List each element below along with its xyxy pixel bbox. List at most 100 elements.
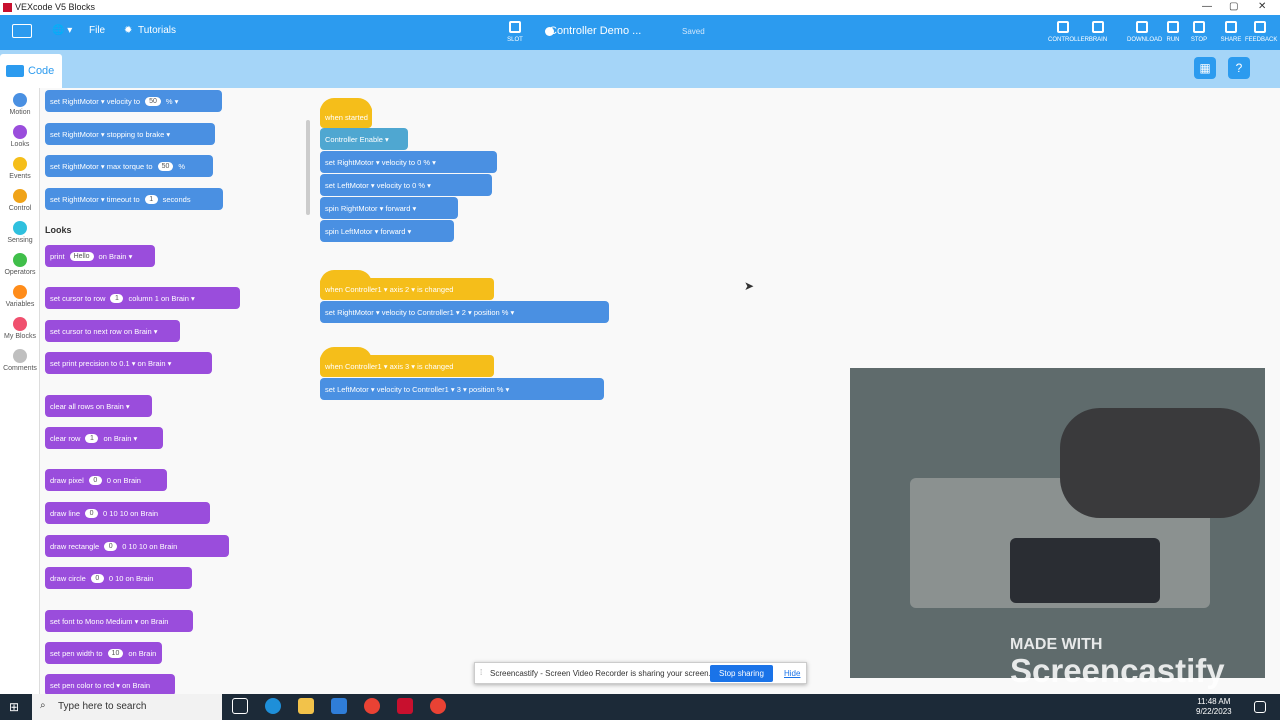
- category-sensing[interactable]: Sensing: [0, 221, 40, 244]
- palette-block[interactable]: set font to Mono Medium ▾ on Brain: [45, 610, 193, 632]
- when-axis-changed-block[interactable]: when Controller1 ▾ axis 3 ▾ is changed: [320, 355, 494, 377]
- palette-block[interactable]: set RightMotor ▾ stopping to brake ▾: [45, 123, 215, 145]
- chrome-icon[interactable]: [364, 698, 380, 714]
- category-dot-icon: [13, 285, 27, 299]
- when-axis-changed-block[interactable]: when Controller1 ▾ axis 2 ▾ is changed: [320, 278, 494, 300]
- hide-link[interactable]: Hide: [784, 669, 800, 678]
- set-velocity-block[interactable]: set RightMotor ▾ velocity to Controller1…: [320, 301, 609, 323]
- code-icon: [6, 65, 24, 77]
- block-value-input[interactable]: 1: [110, 293, 124, 303]
- help-button[interactable]: ?: [1228, 57, 1250, 79]
- screen-share-bar: ⁞ Screencastify - Screen Video Recorder …: [474, 662, 807, 684]
- block-value-input[interactable]: 0: [88, 475, 102, 485]
- category-motion[interactable]: Motion: [0, 93, 40, 116]
- block-value-input[interactable]: 1: [85, 433, 99, 443]
- task-view-icon[interactable]: [232, 698, 248, 714]
- windows-start-icon[interactable]: ⊞: [9, 701, 21, 713]
- category-dot-icon: [13, 125, 27, 139]
- block-value-input[interactable]: 0: [85, 508, 99, 518]
- notifications-icon[interactable]: [1254, 701, 1266, 713]
- palette-block[interactable]: draw rectangle 0 0 10 10 on Brain: [45, 535, 229, 557]
- search-icon: ⌕: [40, 700, 46, 711]
- tab-bar: [0, 50, 1280, 88]
- controller-button[interactable]: CONTROLLER: [1048, 21, 1089, 43]
- block-value-input[interactable]: 50: [157, 161, 174, 171]
- category-control[interactable]: Control: [0, 189, 40, 212]
- when-started-block[interactable]: when started: [320, 106, 372, 128]
- controller-enable-block[interactable]: Controller Enable ▾: [320, 128, 408, 150]
- vex-logo-icon[interactable]: [12, 24, 32, 38]
- stop-icon: [1193, 21, 1205, 33]
- tutorials-menu[interactable]: Tutorials: [138, 25, 176, 36]
- spin-motor-block[interactable]: spin LeftMotor ▾ forward ▾: [320, 220, 454, 242]
- palette-block[interactable]: draw circle 0 0 10 on Brain: [45, 567, 192, 589]
- block-value-input[interactable]: Hello: [69, 251, 94, 261]
- taskbar-clock[interactable]: 11:48 AM 9/22/2023: [1196, 697, 1232, 717]
- palette-scrollbar[interactable]: [306, 120, 310, 215]
- palette-section-looks: Looks: [45, 225, 72, 235]
- category-comments[interactable]: Comments: [0, 349, 40, 372]
- block-value-input[interactable]: 50: [145, 96, 161, 106]
- palette-block[interactable]: clear all rows on Brain ▾: [45, 395, 152, 417]
- brain-icon: [1092, 21, 1104, 33]
- chrome-icon[interactable]: [430, 698, 446, 714]
- block-value-input[interactable]: 0: [90, 573, 104, 583]
- globe-icon[interactable]: 🌐 ▾: [52, 25, 72, 36]
- minimize-icon[interactable]: —: [1202, 1, 1212, 12]
- tab-code[interactable]: Code: [0, 54, 62, 88]
- edge-icon[interactable]: [265, 698, 281, 714]
- stop-button[interactable]: STOP: [1184, 21, 1214, 43]
- app-logo-icon: [3, 3, 12, 12]
- palette-block[interactable]: set RightMotor ▾ max torque to 50%: [45, 155, 213, 177]
- palette-block[interactable]: set cursor to next row on Brain ▾: [45, 320, 180, 342]
- download-icon: [1136, 21, 1148, 33]
- palette-block[interactable]: print Hello on Brain ▾: [45, 245, 155, 267]
- mail-icon[interactable]: [331, 698, 347, 714]
- category-events[interactable]: Events: [0, 157, 40, 180]
- webcam-overlay: [850, 368, 1265, 678]
- close-icon[interactable]: ✕: [1258, 1, 1266, 12]
- palette-block[interactable]: set print precision to 0.1 ▾ on Brain ▾: [45, 352, 212, 374]
- drag-handle-icon[interactable]: ⁞: [480, 668, 482, 677]
- download-button[interactable]: DOWNLOAD: [1127, 21, 1162, 43]
- palette-block[interactable]: set pen color to red ▾ on Brain: [45, 674, 175, 694]
- palette-block[interactable]: draw pixel 0 0 on Brain: [45, 469, 167, 491]
- block-value-input[interactable]: 0: [104, 541, 118, 551]
- palette-block[interactable]: set pen width to 10 on Brain: [45, 642, 162, 664]
- project-name[interactable]: Controller Demo ...: [549, 25, 641, 37]
- category-dot-icon: [13, 221, 27, 235]
- set-velocity-block[interactable]: set LeftMotor ▾ velocity to Controller1 …: [320, 378, 604, 400]
- set-velocity-block[interactable]: set LeftMotor ▾ velocity to 0 % ▾: [320, 174, 492, 196]
- slot-icon: [509, 21, 521, 33]
- palette-block[interactable]: set RightMotor ▾ timeout to 1 seconds: [45, 188, 223, 210]
- taskbar-search[interactable]: ⌕ Type here to search: [32, 694, 222, 720]
- play-icon: [1167, 21, 1179, 33]
- block-value-input[interactable]: 1: [144, 194, 158, 204]
- brain-button[interactable]: BRAIN: [1083, 21, 1113, 43]
- menu-bar: 🌐 ▾ File ✹ Tutorials SLOT Controller Dem…: [0, 15, 1280, 50]
- vexcode-icon[interactable]: [397, 698, 413, 714]
- stop-sharing-button[interactable]: Stop sharing: [710, 665, 773, 682]
- palette-block[interactable]: clear row 1 on Brain ▾: [45, 427, 163, 449]
- spin-motor-block[interactable]: spin RightMotor ▾ forward ▾: [320, 197, 458, 219]
- feedback-button[interactable]: FEEDBACK: [1245, 21, 1277, 43]
- set-velocity-block[interactable]: set RightMotor ▾ velocity to 0 % ▾: [320, 151, 497, 173]
- file-menu[interactable]: File: [89, 25, 105, 36]
- category-my-blocks[interactable]: My Blocks: [0, 317, 40, 340]
- palette-block[interactable]: set cursor to row 1 column 1 on Brain ▾: [45, 287, 240, 309]
- palette-block[interactable]: set RightMotor ▾ velocity to 50% ▾: [45, 90, 222, 112]
- category-looks[interactable]: Looks: [0, 125, 40, 148]
- category-operators[interactable]: Operators: [0, 253, 40, 276]
- block-value-input[interactable]: 10: [107, 648, 124, 658]
- category-dot-icon: [13, 349, 27, 363]
- slot-button[interactable]: SLOT: [500, 21, 530, 43]
- category-dot-icon: [13, 157, 27, 171]
- lightbulb-icon: ✹: [124, 25, 133, 36]
- category-variables[interactable]: Variables: [0, 285, 40, 308]
- category-sidebar: Motion Looks Events Control Sensing Operators…: [0, 88, 40, 694]
- share-button[interactable]: SHARE: [1216, 21, 1246, 43]
- palette-block[interactable]: draw line 0 0 10 10 on Brain: [45, 502, 210, 524]
- file-explorer-icon[interactable]: [298, 698, 314, 714]
- devices-button[interactable]: ▦: [1194, 57, 1216, 79]
- maximize-icon[interactable]: ▢: [1229, 1, 1238, 12]
